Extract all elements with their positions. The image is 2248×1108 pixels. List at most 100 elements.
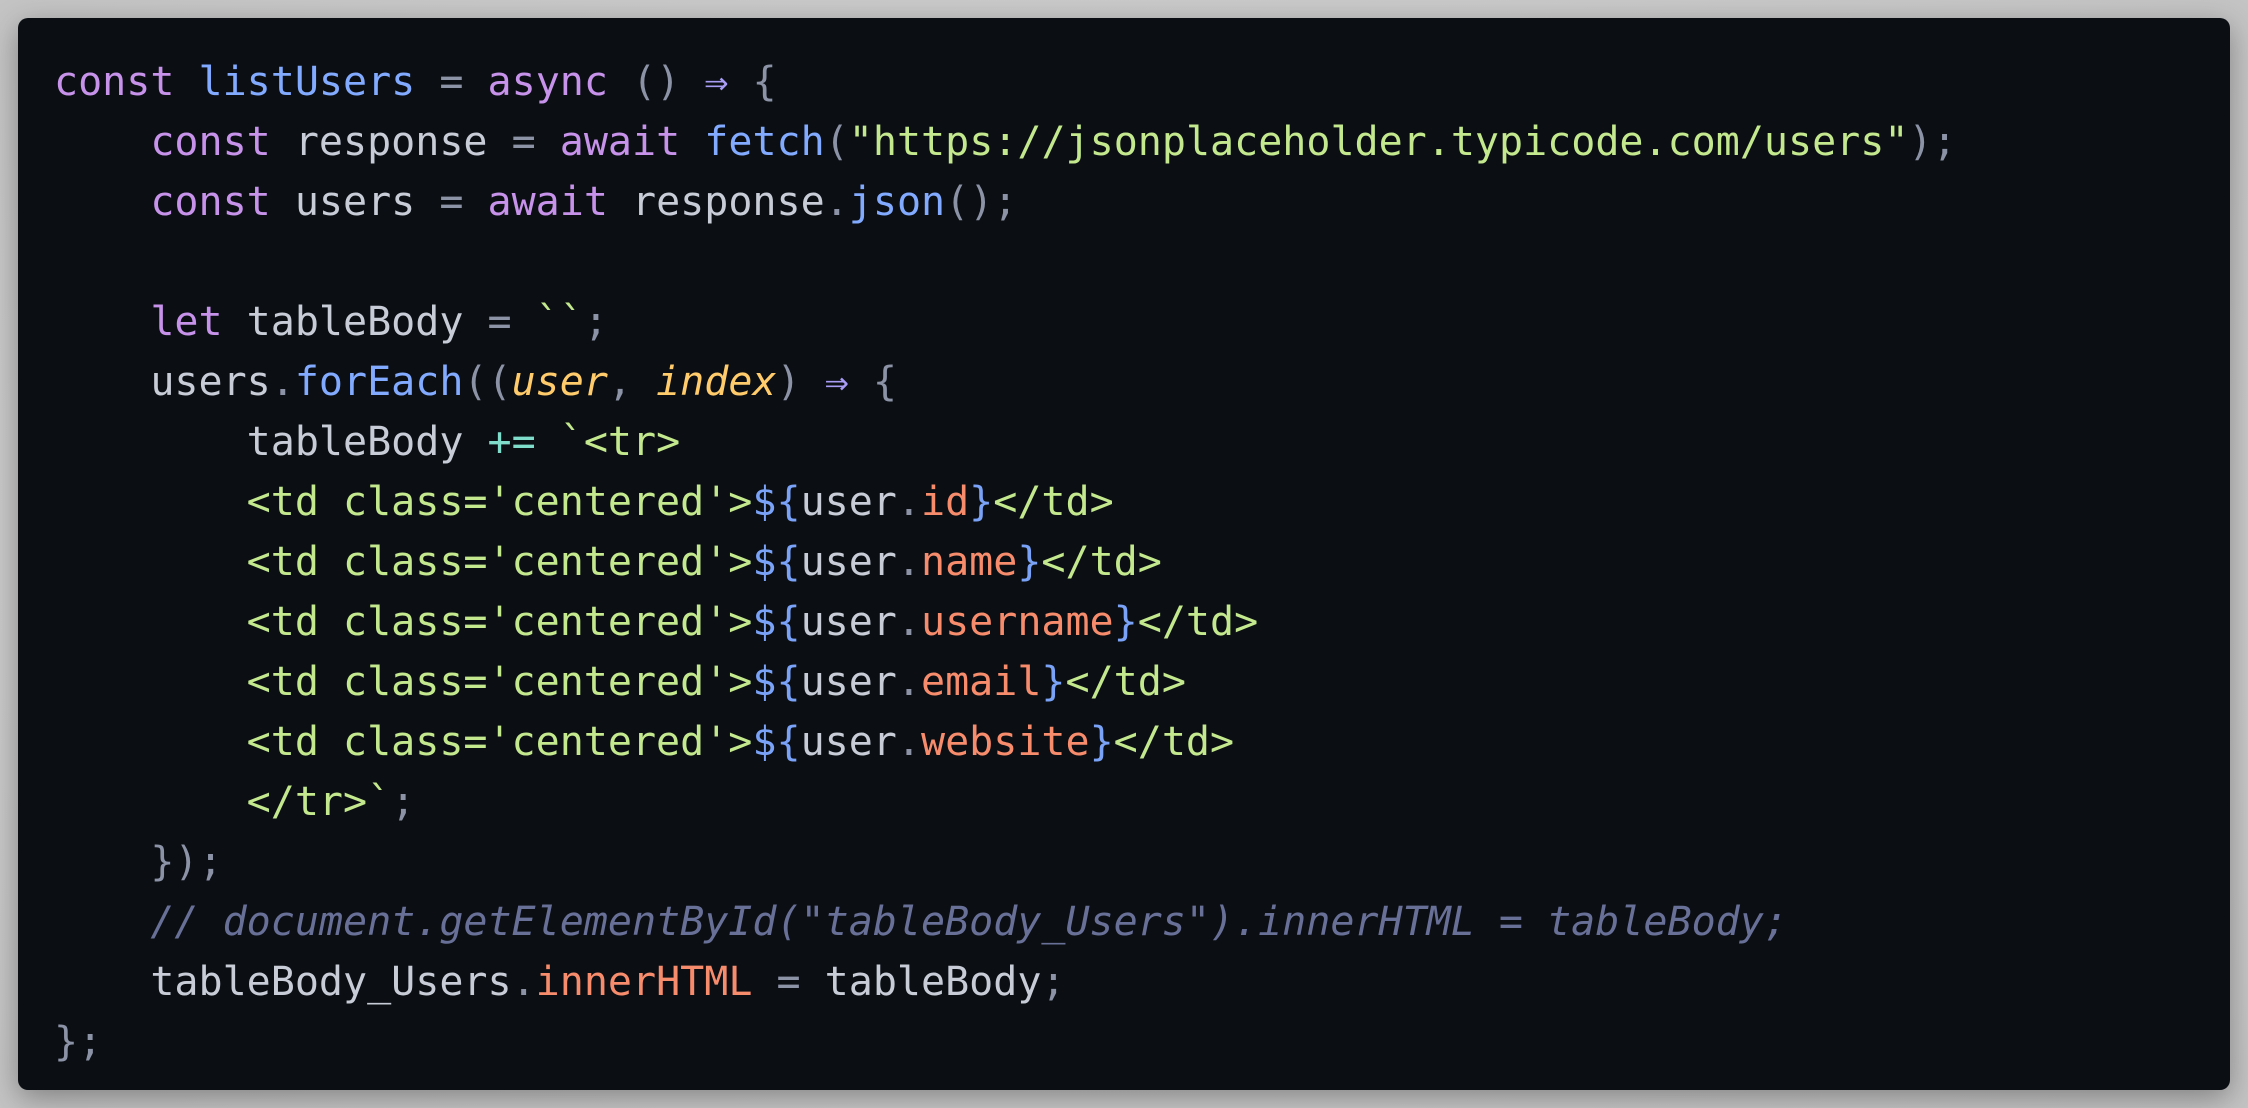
code-token: = [511, 119, 536, 165]
code-token: const [54, 59, 175, 105]
code-token: "https://jsonplaceholder.typicode.com/us… [848, 119, 1909, 165]
code-line: <td class='centered'>${user.username}</t… [54, 592, 2230, 652]
code-line: }); [54, 832, 2230, 892]
code-token: fetch [704, 119, 825, 165]
code-line: }; [54, 1012, 2230, 1072]
code-token: } [969, 479, 994, 525]
code-token: user [800, 539, 897, 585]
code-token: // document.getElementById("tableBody_Us… [150, 899, 1788, 945]
code-token: ⇒ [824, 359, 849, 405]
code-token: await [559, 119, 681, 165]
code-token: ; [583, 299, 608, 345]
code-token: = [487, 299, 512, 345]
code-token: user [800, 659, 897, 705]
code-token: </td> [1137, 599, 1259, 645]
code-line: const users = await response.json(); [54, 172, 2230, 232]
code-token: <td class='centered'> [246, 719, 753, 765]
code-token: tableBody_Users [54, 959, 512, 1005]
code-token: ⇒ [704, 59, 729, 105]
code-token: <td class='centered'> [246, 479, 753, 525]
code-token: <td class='centered'> [246, 539, 753, 585]
code-token: }; [54, 1019, 103, 1065]
code-line: <td class='centered'>${user.email}</td> [54, 652, 2230, 712]
code-token: response [270, 119, 512, 165]
code-token: website [920, 719, 1090, 765]
code-token: . [896, 479, 921, 525]
code-token: . [896, 599, 921, 645]
code-line: </tr>`; [54, 772, 2230, 832]
code-token: . [896, 659, 921, 705]
code-token: ; [1041, 959, 1066, 1005]
code-token: , [607, 359, 657, 405]
code-token: . [270, 359, 295, 405]
code-line: <td class='centered'>${user.id}</td> [54, 472, 2230, 532]
code-token: json [848, 179, 946, 225]
code-token: users [54, 359, 271, 405]
code-token: . [896, 719, 921, 765]
code-token: await [487, 179, 608, 225]
code-token: username [920, 599, 1114, 645]
code-token: innerHTML [535, 959, 753, 1005]
code-token: </td> [1065, 659, 1186, 705]
code-token: ; [391, 779, 416, 825]
code-token: user [800, 479, 897, 525]
code-line: tableBody += `<tr> [54, 412, 2230, 472]
code-token: += [487, 419, 536, 465]
code-token: ${ [752, 719, 801, 765]
code-line: // document.getElementById("tableBody_Us… [54, 892, 2230, 952]
code-token: </td> [993, 479, 1114, 525]
code-block[interactable]: const listUsers = async () ⇒ { const res… [54, 52, 2230, 1072]
code-token: }); [150, 839, 223, 885]
code-token: ${ [752, 539, 801, 585]
code-token: ${ [752, 659, 801, 705]
code-token: { [752, 59, 777, 105]
code-token: `<tr> [559, 419, 681, 465]
code-token: . [896, 539, 921, 585]
code-token: ${ [752, 599, 801, 645]
code-line: <td class='centered'>${user.name}</td> [54, 532, 2230, 592]
code-token: ${ [752, 479, 801, 525]
code-token: forEach [294, 359, 464, 405]
code-line: let tableBody = ``; [54, 292, 2230, 352]
code-token: user [800, 719, 897, 765]
code-token: users [270, 179, 440, 225]
code-token: } [1113, 599, 1138, 645]
code-token: { [872, 359, 897, 405]
code-token: (( [463, 359, 512, 405]
code-token: (); [945, 179, 1018, 225]
code-token: id [920, 479, 970, 525]
code-token: listUsers [198, 59, 416, 105]
code-line: users.forEach((user, index) ⇒ { [54, 352, 2230, 412]
code-token: const [150, 179, 271, 225]
code-token: ); [1908, 119, 1957, 165]
code-token: email [920, 659, 1042, 705]
code-line: const response = await fetch("https://js… [54, 112, 2230, 172]
code-token: } [1017, 539, 1042, 585]
code-line: tableBody_Users.innerHTML = tableBody; [54, 952, 2230, 1012]
code-token: user [511, 359, 608, 405]
code-token: response [607, 179, 825, 225]
code-token: } [1089, 719, 1114, 765]
